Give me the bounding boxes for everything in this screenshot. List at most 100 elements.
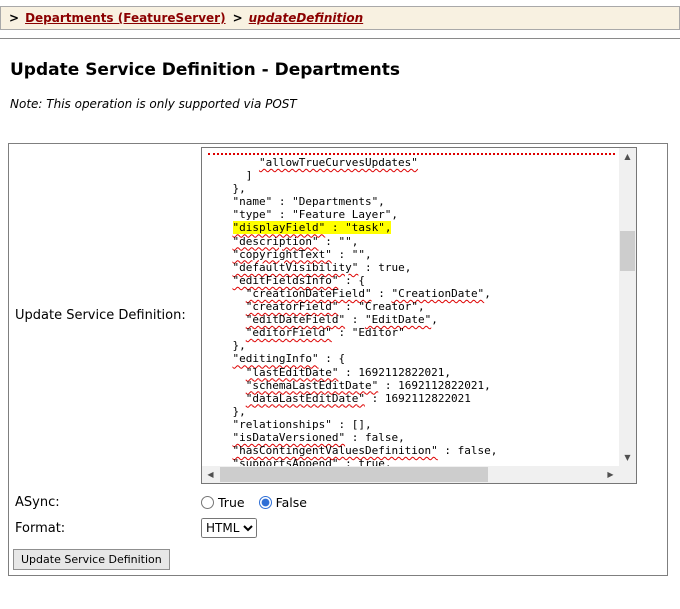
code-text: "relationships" : [],	[206, 417, 372, 431]
code-line: },	[206, 405, 619, 418]
clipped-misspelled-line-underline	[208, 153, 615, 155]
breadcrumb: > Departments (FeatureServer) > updateDefin…	[0, 6, 680, 30]
misspelled-text: "supportsAppend"	[232, 457, 339, 466]
misspelled-text: "editingInfo"	[232, 352, 319, 366]
code-line: "editingInfo" : {	[206, 352, 619, 365]
highlighted-text: "displayField"	[232, 221, 326, 235]
code-line: "defaultVisibility" : true,	[206, 261, 619, 274]
misspelled-text: "editFieldsInfo"	[232, 273, 339, 287]
definition-row: Update Service Definition: "allowTrueCur…	[11, 147, 665, 484]
code-line: "displayField" : "task",	[206, 221, 619, 235]
code-text: ,	[484, 286, 491, 300]
misspelled-text: "creationDateField"	[245, 286, 372, 300]
misspelled-text: "CreationDate"	[391, 286, 485, 300]
breadcrumb-link[interactable]: updateDefinition	[249, 11, 364, 25]
vertical-scrollbar[interactable]: ▲ ▼	[619, 148, 636, 466]
divider	[0, 38, 680, 39]
misspelled-text: "editorField"	[245, 326, 332, 340]
code-text: : {	[338, 273, 365, 287]
breadcrumb-separator: >	[9, 11, 20, 25]
misspelled-text: "allowTrueCurvesUpdates"	[258, 156, 418, 169]
vertical-scroll-thumb[interactable]	[620, 231, 635, 271]
async-radio-false[interactable]	[258, 496, 272, 509]
scroll-down-icon[interactable]: ▼	[619, 449, 636, 466]
async-radio-true[interactable]	[201, 496, 214, 509]
code-line: "hasContingentValuesDefinition" : false,	[206, 444, 619, 457]
async-option-false[interactable]: False	[258, 495, 307, 510]
code-text: "type" : "Feature Layer",	[206, 208, 399, 222]
misspelled-text: "defaultVisibility"	[232, 260, 359, 274]
breadcrumb-link[interactable]: Departments (FeatureServer)	[25, 11, 226, 25]
code-text: : false,	[437, 444, 498, 458]
format-row: Format: HTML	[11, 518, 665, 538]
code-line: "lastEditDate" : 1692112822021,	[206, 366, 619, 379]
code-line: "creationDateField" : "CreationDate",	[206, 287, 619, 300]
definition-textarea-content[interactable]: "allowTrueCurvesUpdates" ] }, "name" : "…	[202, 148, 619, 466]
code-text: : "",	[318, 234, 359, 248]
misspelled-text: "description"	[232, 234, 319, 248]
code-text: : {	[318, 352, 346, 366]
code-line: "name" : "Departments",	[206, 195, 619, 208]
misspelled-text: "EditDate"	[364, 313, 432, 327]
definition-textarea[interactable]: "allowTrueCurvesUpdates" ] }, "name" : "…	[201, 147, 637, 484]
misspelled-text: "copyrightText"	[232, 247, 332, 261]
scroll-left-icon[interactable]: ◀	[202, 466, 219, 483]
code-text: : "",	[331, 247, 372, 261]
async-option-label: False	[275, 495, 307, 510]
breadcrumb-separator: >	[232, 11, 243, 25]
code-text: },	[206, 339, 246, 353]
code-text: : 1692112822021,	[338, 365, 452, 379]
code-text: :	[371, 286, 392, 300]
code-line: "editorField" : "Editor"	[206, 326, 619, 339]
code-line: "description" : "",	[206, 235, 619, 248]
format-label: Format:	[15, 520, 66, 536]
async-option-true[interactable]: True	[201, 495, 245, 510]
code-line: "relationships" : [],	[206, 418, 619, 431]
code-line: "copyrightText" : "",	[206, 248, 619, 261]
scroll-up-icon[interactable]: ▲	[619, 148, 636, 165]
horizontal-scroll-thumb[interactable]	[220, 467, 488, 482]
scroll-right-icon[interactable]: ▶	[602, 466, 619, 483]
misspelled-text: "isDataVersioned"	[232, 430, 346, 444]
code-line: "isDataVersioned" : false,	[206, 431, 619, 444]
code-text: ]	[206, 169, 253, 183]
horizontal-scrollbar[interactable]: ◀ ▶	[202, 466, 619, 483]
code-text: : "Creator",	[338, 300, 425, 314]
update-service-definition-button[interactable]: Update Service Definition	[13, 549, 170, 570]
code-text: ,	[431, 313, 438, 327]
code-line: "dataLastEditDate" : 1692112822021	[206, 392, 619, 405]
scrollbar-corner	[619, 466, 636, 483]
misspelled-text: "lastEditDate"	[245, 365, 339, 379]
async-option-label: True	[218, 495, 245, 510]
async-label: ASync:	[15, 495, 60, 510]
definition-label-text: Update Service Definition:	[15, 308, 186, 323]
code-line: "supportsAppend" : true,	[206, 457, 619, 466]
code-text: : true,	[358, 260, 412, 274]
code-text: },	[206, 404, 246, 418]
async-row: ASync: True False	[11, 493, 665, 512]
code-line: "type" : "Feature Layer",	[206, 208, 619, 221]
definition-label: Update Service Definition:	[11, 147, 201, 484]
misspelled-text: "editDateField"	[245, 313, 346, 327]
page-title: Update Service Definition - Departments	[10, 60, 400, 80]
code-line: ]	[206, 169, 619, 182]
code-text: : 1692112822021,	[378, 378, 491, 392]
code-line	[206, 149, 619, 156]
format-select[interactable]: HTML	[201, 518, 257, 538]
code-text: },	[206, 182, 246, 196]
